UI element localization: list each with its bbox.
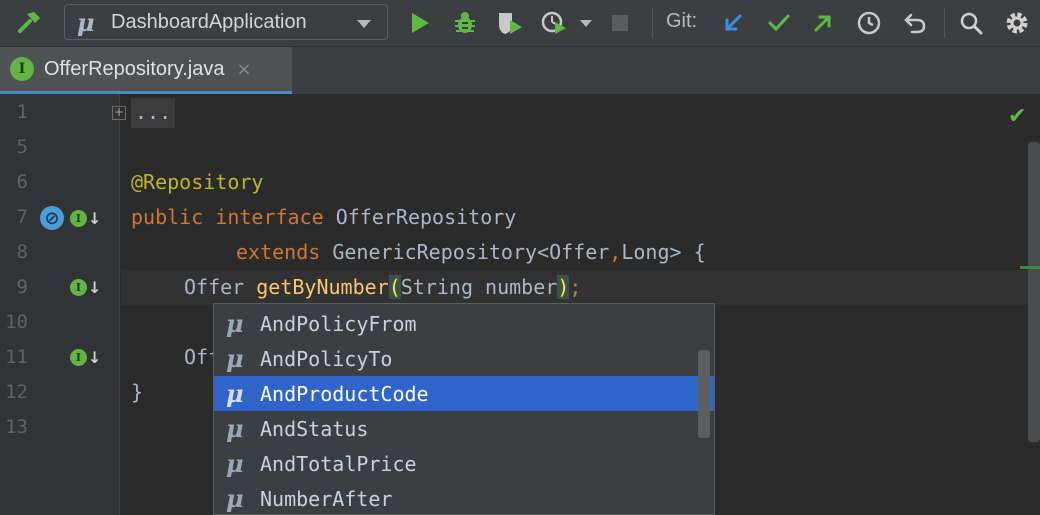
change-marker [1020,266,1040,269]
paren-token: ) [557,275,570,299]
line-number: 7 [16,206,28,228]
line-number: 8 [16,241,28,263]
profiler-icon[interactable] [538,0,570,46]
micronaut-data-icon: μ [226,309,244,338]
implementation-arrow-icon: ↓ [88,348,102,367]
spring-bean-icon[interactable]: ⊘ [40,206,64,230]
git-push-arrow-icon[interactable] [808,0,838,46]
line-number: 6 [16,171,28,193]
comma-token: , [609,240,622,264]
close-icon[interactable]: × [236,59,251,80]
gutter-markers-line-7: ⊘ I ↓ [40,206,101,230]
completion-item-label: AndPolicyTo [260,346,393,371]
chevron-down-icon [357,20,371,28]
tab-title: OfferRepository.java [44,57,225,80]
semicolon-token: ; [569,275,582,299]
code-line-7: public interface OfferRepository [131,200,516,235]
completion-item-label: NumberAfter [260,486,393,511]
vertical-scrollbar[interactable] [1028,142,1040,442]
interface-name-token: OfferRepository [323,205,517,229]
line-number: 9 [16,276,28,298]
brace-token: } [131,380,144,404]
completion-scrollbar[interactable] [698,350,710,438]
implementation-arrow-icon: ↓ [88,278,102,297]
run-configuration-select[interactable]: μ DashboardApplication [64,4,388,40]
run-play-icon[interactable] [405,0,435,46]
completion-item[interactable]: μ NumberAfter [214,481,714,515]
git-rollback-undo-icon[interactable] [900,0,930,46]
keyword-token: public [131,205,204,229]
keyword-token: extends [236,240,321,264]
annotation-token: @Repository [131,170,264,194]
completion-item-label: AndProductCode [260,381,429,406]
main-toolbar: μ DashboardApplication Git: [0,0,1040,46]
toolbar-separator [944,8,945,38]
stop-icon[interactable] [608,0,632,46]
gutter-markers-line-11: I ↓ [70,348,101,367]
micronaut-data-icon: μ [226,449,244,478]
method-name-token: getByNumber [256,275,389,299]
line-number: 13 [5,416,28,438]
line-number: 11 [5,346,28,368]
more-run-options-chevron-icon[interactable] [576,0,596,46]
code-line-9: Offer getByNumber(String number); [184,270,581,305]
micronaut-icon: μ [77,7,95,37]
build-hammer-icon[interactable] [14,0,46,46]
implemented-interface-icon[interactable]: I [70,209,87,227]
code-line-6: @Repository [131,165,263,200]
run-configuration-name: DashboardApplication [111,10,307,33]
micronaut-data-icon: μ [226,414,244,443]
line-number: 1 [16,101,28,123]
no-problems-check-icon[interactable]: ✔ [1008,104,1026,129]
implementation-arrow-icon: ↓ [88,208,102,228]
completion-item-label: AndStatus [260,416,369,441]
folded-imports[interactable]: ... [131,98,176,128]
editor-gutter: 1 5 6 7 8 9 10 11 12 13 ⊘ I ↓ I ↓ I ↓ + [0,94,126,515]
debug-bug-icon[interactable] [450,0,480,46]
implemented-method-icon[interactable]: I [70,279,87,296]
interface-icon: I [10,57,34,81]
git-label: Git: [666,10,698,32]
search-icon[interactable] [956,0,986,46]
editor-tab-bar: I OfferRepository.java × [0,46,1040,95]
completion-item[interactable]: μ AndPolicyTo [214,341,714,376]
keyword-token: interface [215,205,324,229]
completion-item-label: AndPolicyFrom [260,311,417,336]
type-token: GenericRepository<Offer [320,240,610,264]
code-line-12: } [131,375,143,410]
params-token: String number [400,275,558,299]
line-number: 10 [5,311,28,333]
code-line-8: extends GenericRepository<Offer,Long> { [236,235,706,270]
completion-item-selected[interactable]: μ AndProductCode [214,376,714,411]
paren-token: ( [388,275,401,299]
completion-item[interactable]: μ AndTotalPrice [214,446,714,481]
completion-item-label: AndTotalPrice [260,451,417,476]
completion-item[interactable]: μ AndPolicyFrom [214,306,714,341]
tab-offer-repository[interactable]: I OfferRepository.java × [0,47,292,95]
run-with-coverage-icon[interactable] [494,0,526,46]
toolbar-separator [652,8,653,38]
git-commit-check-icon[interactable] [764,0,794,46]
type-token: Long> { [621,240,706,264]
line-number: 12 [5,381,28,403]
micronaut-data-icon: μ [226,379,244,408]
micronaut-data-icon: μ [226,484,244,513]
micronaut-data-icon: μ [226,344,244,373]
fold-expand-icon[interactable]: + [112,106,126,120]
git-update-arrow-icon[interactable] [718,0,748,46]
type-token: Offer [184,275,257,299]
implemented-method-icon[interactable]: I [70,349,87,366]
completion-item[interactable]: μ AndStatus [214,411,714,446]
gutter-markers-line-9: I ↓ [70,278,101,297]
line-number: 5 [16,136,28,158]
git-history-clock-icon[interactable] [854,0,884,46]
settings-gear-icon[interactable] [1002,0,1032,46]
code-completion-popup: μ AndPolicyFrom μ AndPolicyTo μ AndProdu… [213,303,715,515]
